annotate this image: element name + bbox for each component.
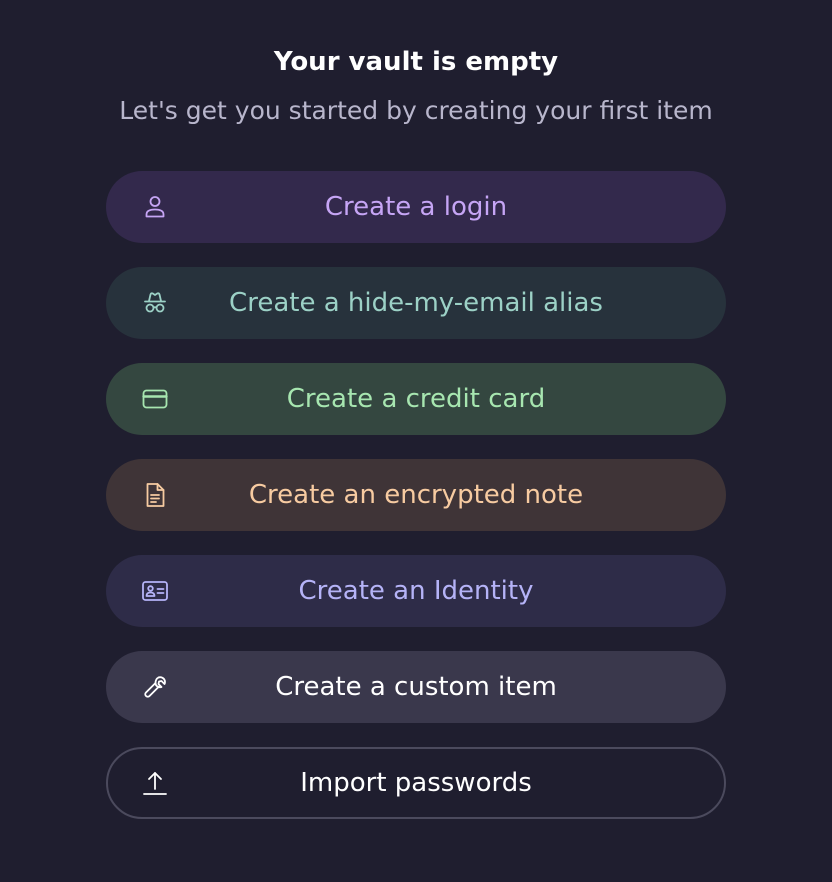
create-custom-item-button[interactable]: Create a custom item xyxy=(106,651,726,723)
create-alias-button[interactable]: Create a hide-my-email alias xyxy=(106,267,726,339)
create-identity-label: Create an Identity xyxy=(298,576,534,606)
create-custom-item-label: Create a custom item xyxy=(275,672,557,702)
create-credit-card-label: Create a credit card xyxy=(286,384,546,414)
create-login-label: Create a login xyxy=(324,192,508,222)
create-identity-button[interactable]: Create an Identity xyxy=(106,555,726,627)
page-subtitle: Let's get you started by creating your f… xyxy=(119,96,713,125)
create-note-label: Create an encrypted note xyxy=(248,480,584,510)
create-login-button[interactable]: Create a login xyxy=(106,171,726,243)
create-alias-label: Create a hide-my-email alias xyxy=(229,288,603,318)
import-passwords-button[interactable]: Import passwords xyxy=(106,747,726,819)
import-passwords-label: Import passwords xyxy=(300,768,532,798)
page-title: Your vault is empty xyxy=(273,47,559,77)
create-note-button[interactable]: Create an encrypted note xyxy=(106,459,726,531)
create-credit-card-button[interactable]: Create a credit card xyxy=(106,363,726,435)
